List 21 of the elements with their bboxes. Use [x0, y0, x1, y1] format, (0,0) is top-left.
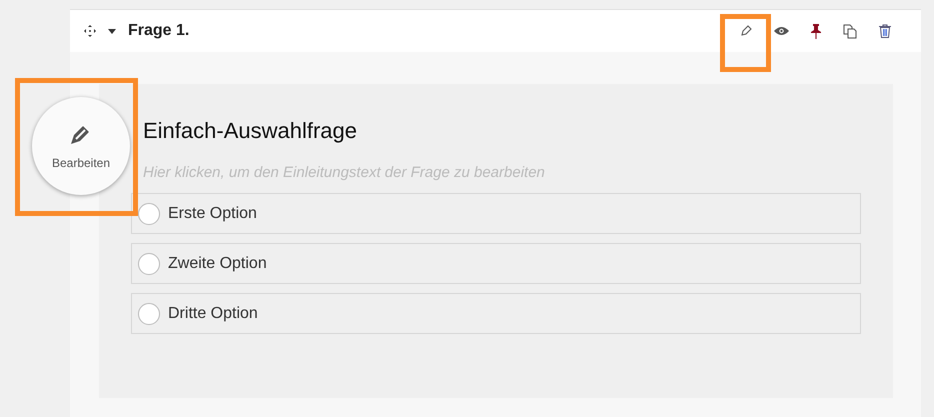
- pin-icon[interactable]: [811, 24, 821, 38]
- copy-icon[interactable]: [843, 24, 857, 38]
- option-label: Dritte Option: [168, 304, 258, 322]
- edit-bubble[interactable]: Bearbeiten: [32, 97, 130, 195]
- question-title: Frage 1.: [128, 22, 190, 40]
- answer-option[interactable]: Erste Option: [131, 193, 861, 234]
- radio-button[interactable]: [138, 202, 160, 224]
- edit-label: Bearbeiten: [52, 156, 110, 170]
- answer-option[interactable]: Zweite Option: [131, 243, 861, 284]
- trash-icon[interactable]: [879, 24, 891, 38]
- pencil-icon[interactable]: [740, 25, 752, 37]
- caret-icon[interactable]: [108, 28, 116, 34]
- answer-option[interactable]: Dritte Option: [131, 293, 861, 334]
- move-icon[interactable]: [84, 25, 96, 37]
- highlight-frame: [720, 14, 771, 72]
- eye-icon[interactable]: [774, 26, 789, 36]
- option-label: Zweite Option: [168, 254, 267, 272]
- question-heading[interactable]: Einfach-Auswahlfrage: [143, 118, 861, 144]
- radio-button[interactable]: [138, 302, 160, 324]
- option-label: Erste Option: [168, 204, 257, 222]
- radio-button[interactable]: [138, 252, 160, 274]
